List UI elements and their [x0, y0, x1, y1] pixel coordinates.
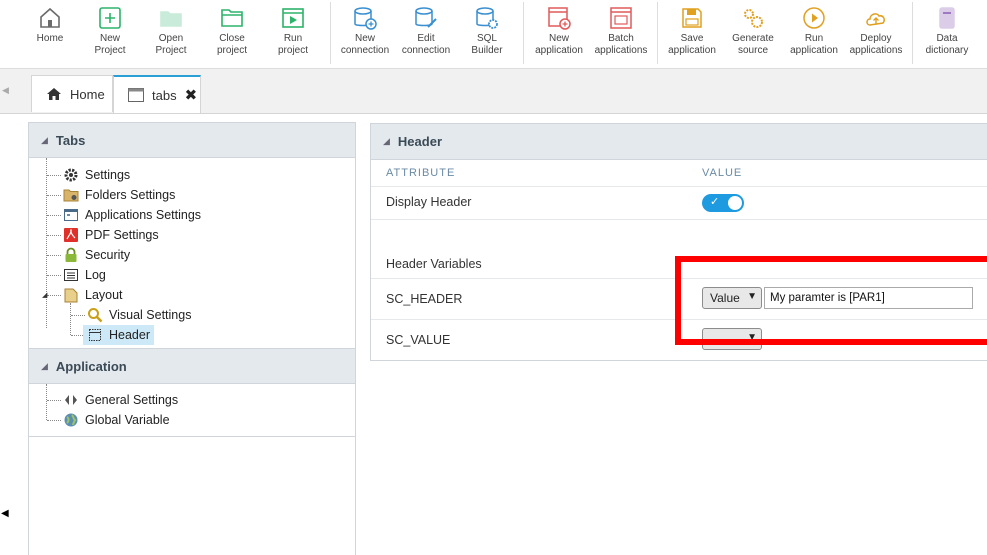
pdf-icon — [64, 228, 78, 242]
new-project-button[interactable]: New Project — [80, 6, 140, 57]
expand-toggle-icon[interactable]: ◢ — [42, 291, 55, 299]
toolbar-separator — [523, 2, 524, 64]
tab-tabs[interactable]: tabs ✖ — [113, 75, 201, 113]
toolbar-separator — [657, 2, 658, 64]
data-dictionary-button[interactable]: Data dictionary — [917, 6, 977, 57]
tree-item-settings[interactable]: Settings — [63, 165, 130, 185]
folder-gear-icon — [63, 189, 79, 202]
column-header-row: ATTRIBUTE VALUE — [371, 160, 987, 187]
left-tree-panel: ◢ Tabs Settings Folders Settings Applica… — [28, 122, 356, 555]
tree-item-global-variable[interactable]: Global Variable — [63, 410, 170, 430]
tree-item-visual-settings[interactable]: Visual Settings — [87, 305, 191, 325]
book-icon — [939, 7, 955, 29]
header-variables-label: Header Variables — [386, 257, 482, 271]
tree-item-general-settings[interactable]: General Settings — [63, 390, 178, 410]
toolbar-separator — [330, 2, 331, 64]
database-edit-icon — [415, 7, 437, 28]
collapse-triangle-icon: ◢ — [41, 134, 48, 145]
log-list-icon — [64, 269, 78, 281]
header-section-title[interactable]: ◢ Header — [371, 124, 987, 160]
run-project-button[interactable]: Run project — [263, 6, 323, 57]
highlight-annotation-box — [675, 256, 987, 345]
value-column-header: VALUE — [702, 167, 743, 179]
collapse-triangle-icon: ◢ — [383, 136, 390, 146]
tabs-section-header[interactable]: ◢ Tabs — [29, 123, 355, 158]
batch-applications-icon — [610, 7, 632, 29]
tree-item-security[interactable]: Security — [63, 245, 130, 265]
close-project-button[interactable]: Close project — [202, 6, 262, 57]
folder-open-icon — [160, 11, 182, 27]
new-connection-button[interactable]: New connection — [335, 6, 395, 57]
tree-item-header[interactable]: Header — [83, 325, 154, 345]
display-header-toggle[interactable]: ✓ — [702, 194, 744, 212]
display-header-label: Display Header — [386, 195, 472, 209]
globe-icon — [64, 413, 78, 427]
application-section-header[interactable]: ◢ Application — [29, 348, 355, 384]
database-gear-icon — [476, 7, 498, 29]
close-tab-icon[interactable]: ✖ — [185, 86, 198, 104]
new-application-icon — [548, 7, 571, 30]
deploy-applications-button[interactable]: Deploy applications — [846, 6, 906, 57]
sc-header-label: SC_HEADER — [386, 292, 463, 306]
sc-value-label: SC_VALUE — [386, 333, 451, 347]
run-application-button[interactable]: Run application — [784, 6, 844, 57]
attribute-column-header: ATTRIBUTE — [386, 167, 456, 179]
expand-panel-arrow-icon[interactable]: ◀ — [1, 508, 9, 519]
tree-item-log[interactable]: Log — [63, 265, 106, 285]
open-project-button[interactable]: Open Project — [141, 6, 201, 57]
home-icon — [47, 88, 61, 100]
edit-connection-button[interactable]: Edit connection — [396, 6, 456, 57]
new-project-icon — [99, 7, 121, 29]
tabs-tree: Settings Folders Settings Applications S… — [29, 158, 355, 348]
cloud-upload-icon — [866, 13, 885, 26]
checkmark-icon: ✓ — [710, 196, 720, 208]
home-toolbar-button[interactable]: Home — [20, 6, 80, 45]
new-application-button[interactable]: New application — [529, 6, 589, 57]
gears-icon — [744, 9, 763, 28]
gear-icon — [64, 168, 78, 182]
display-header-row: Display Header ✓ — [371, 187, 987, 220]
save-application-button[interactable]: Save application — [662, 6, 722, 57]
database-add-icon — [354, 7, 377, 30]
layout-folder-icon — [64, 288, 78, 303]
sql-builder-button[interactable]: SQL Builder — [457, 6, 517, 57]
application-window-icon — [64, 209, 78, 221]
collapse-triangle-icon: ◢ — [41, 360, 48, 371]
tree-item-layout[interactable]: ◢ Layout — [42, 285, 123, 305]
tree-item-pdf-settings[interactable]: PDF Settings — [63, 225, 159, 245]
application-tree: General Settings Global Variable — [29, 384, 355, 437]
window-icon — [128, 88, 144, 102]
document-tab-bar: Home tabs ✖ — [0, 69, 987, 114]
run-project-icon — [282, 8, 304, 28]
play-circle-icon — [803, 7, 825, 29]
main-toolbar: Home New Project Open Project Close project… — [0, 0, 987, 69]
code-brackets-icon — [65, 395, 77, 405]
folder-closed-icon — [221, 9, 243, 27]
tree-item-applications-settings[interactable]: Applications Settings — [63, 205, 201, 225]
collapse-left-arrow-icon[interactable]: ◀ — [2, 85, 9, 96]
toolbar-separator — [912, 2, 913, 64]
magnifier-icon — [88, 308, 103, 323]
tab-home[interactable]: Home — [31, 75, 113, 112]
generate-source-button[interactable]: Generate source — [723, 6, 783, 57]
home-icon — [40, 7, 60, 28]
save-icon — [682, 8, 702, 28]
lock-icon — [65, 247, 77, 262]
batch-applications-button[interactable]: Batch applications — [591, 6, 651, 57]
tree-item-folders-settings[interactable]: Folders Settings — [63, 185, 175, 205]
header-frame-icon — [89, 329, 101, 341]
